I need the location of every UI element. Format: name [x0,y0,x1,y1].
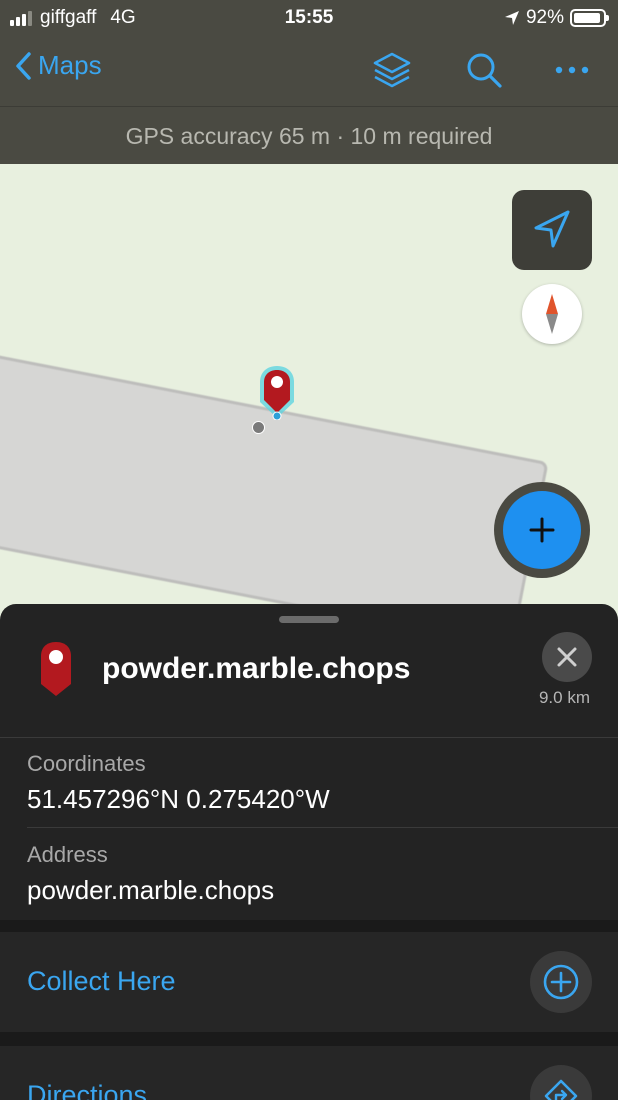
gps-accuracy-bar: GPS accuracy 65 m · 10 m required [0,106,618,164]
sheet-title: powder.marble.chops [102,652,411,685]
user-location-dot [252,421,265,434]
location-pin-icon [41,642,71,696]
section-gap [0,920,618,932]
divider [27,827,618,828]
directions-icon [544,1079,578,1100]
detail-sheet: powder.marble.chops 9.0 km Coordinates 5… [0,604,618,1100]
sheet-grabber[interactable] [279,616,339,623]
search-icon[interactable] [464,50,504,90]
close-button[interactable] [542,632,592,682]
battery-percent: 92% [525,7,564,28]
add-icon [529,517,555,543]
collect-here-label: Collect Here [27,966,176,996]
add-button-inner [503,491,581,569]
more-icon[interactable] [552,50,592,90]
distance-label: 9.0 km [538,688,590,707]
chevron-left-icon [16,51,31,80]
battery-icon [570,9,609,27]
status-right: 92% [504,7,609,29]
divider [0,737,618,738]
close-icon [557,647,577,667]
directions-circle-button [530,1065,592,1100]
location-button[interactable] [512,190,592,270]
collect-here-button[interactable]: Collect Here [0,932,618,1032]
add-circle-button [530,951,592,1013]
layers-icon[interactable] [372,50,412,90]
compass-icon [546,294,558,334]
add-circle-icon [543,964,579,1000]
back-label: Maps [38,50,102,80]
coordinates-label: Coordinates [27,751,146,776]
back-button[interactable]: Maps [14,50,102,81]
compass-button[interactable] [522,284,582,344]
add-button[interactable] [494,482,590,578]
directions-button[interactable]: Directions [0,1046,618,1100]
address-label: Address [27,842,108,867]
section-gap [0,1032,618,1046]
map-pin-icon[interactable] [256,364,298,420]
status-bar: giffgaff 4G 15:55 92% [0,0,618,36]
location-services-icon [504,11,519,25]
address-value: powder.marble.chops [27,875,275,905]
map-view[interactable] [0,164,618,624]
directions-label: Directions [27,1080,148,1100]
nav-bar: Maps [0,36,618,106]
location-arrow-icon [534,210,570,248]
coordinates-value: 51.457296°N 0.275420°W [27,784,330,814]
